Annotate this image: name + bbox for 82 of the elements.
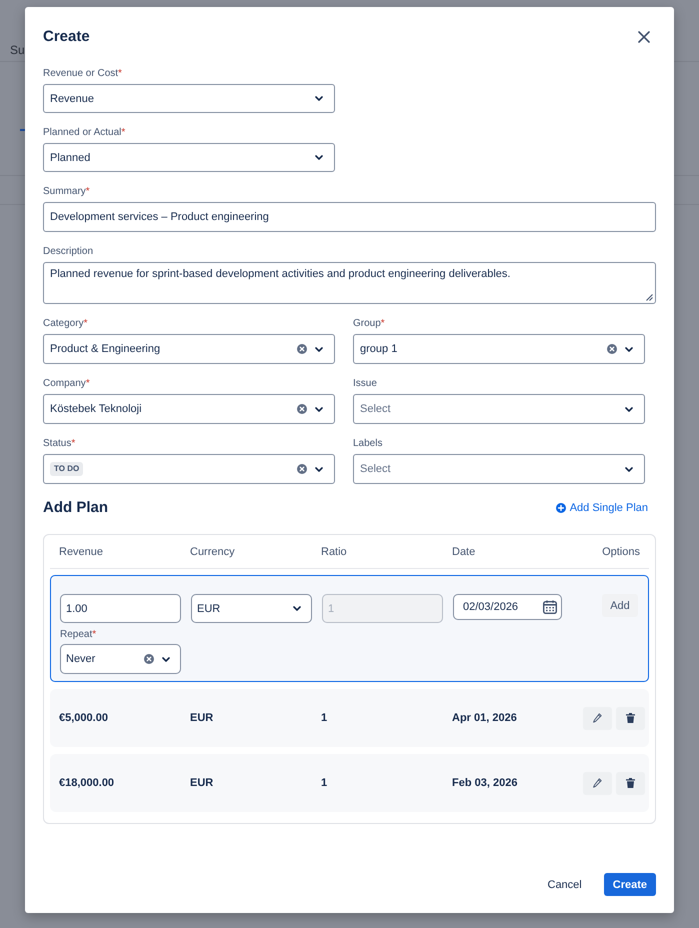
currency-select[interactable]: EUR bbox=[191, 594, 312, 623]
create-button[interactable]: Create bbox=[604, 873, 656, 896]
required-asterisk: * bbox=[380, 317, 385, 331]
table-cell-text: €5,000.00 bbox=[59, 712, 109, 724]
select-field[interactable]: TO DO bbox=[43, 454, 335, 484]
edit-button[interactable] bbox=[583, 706, 612, 730]
dialog-title: Create bbox=[43, 27, 90, 47]
select-field[interactable]: group 1 bbox=[353, 334, 645, 364]
chevron-down-icon bbox=[315, 155, 323, 160]
select-field[interactable]: Planned bbox=[43, 143, 335, 172]
clear-icon[interactable] bbox=[297, 344, 307, 354]
select-field[interactable]: Product & Engineering bbox=[43, 334, 335, 364]
background-tab-label: Su bbox=[10, 43, 25, 57]
add-single-plan-link[interactable]: Add Single Plan bbox=[556, 502, 648, 514]
resize-handle-icon[interactable] bbox=[646, 294, 653, 301]
chevron-down-icon bbox=[625, 406, 633, 412]
pencil-icon bbox=[593, 778, 602, 788]
table-cell-text: Feb 03, 2026 bbox=[452, 777, 518, 789]
field-label: Repeat bbox=[60, 628, 92, 642]
clear-icon[interactable] bbox=[297, 464, 307, 474]
date-input[interactable]: 02/03/2026 bbox=[453, 594, 562, 620]
clear-icon[interactable] bbox=[144, 654, 154, 664]
chevron-down-icon bbox=[315, 96, 323, 101]
delete-button[interactable] bbox=[616, 772, 645, 794]
chevron-down-icon bbox=[625, 466, 633, 472]
trash-icon bbox=[626, 778, 635, 788]
field-label: Status bbox=[43, 437, 72, 451]
field-label: Category bbox=[43, 317, 84, 331]
required-asterisk: * bbox=[92, 628, 96, 642]
column-header: Date bbox=[452, 546, 476, 558]
column-header: Revenue bbox=[59, 546, 104, 558]
edit-button[interactable] bbox=[583, 772, 612, 794]
revenue-input[interactable]: 1.00 bbox=[60, 594, 181, 623]
clear-icon[interactable] bbox=[297, 404, 307, 414]
required-asterisk: * bbox=[71, 437, 76, 451]
select-field[interactable]: Köstebek Teknoloji bbox=[43, 394, 335, 424]
chevron-down-icon bbox=[315, 346, 323, 352]
select-field[interactable]: Select bbox=[353, 454, 645, 484]
chevron-down-icon bbox=[162, 656, 170, 662]
close-button[interactable] bbox=[638, 31, 650, 43]
field-label: Group bbox=[353, 317, 381, 331]
required-asterisk: * bbox=[121, 126, 126, 140]
section-heading: Add Plan bbox=[43, 498, 108, 518]
select-field[interactable]: Revenue bbox=[43, 84, 335, 113]
table-cell-text: 1 bbox=[321, 777, 328, 789]
trash-icon bbox=[626, 713, 635, 723]
table-cell-text: EUR bbox=[190, 712, 214, 724]
repeat-select[interactable]: Never bbox=[60, 644, 181, 674]
field-label: Revenue or Cost bbox=[43, 67, 118, 81]
field-label: Labels bbox=[353, 437, 382, 451]
calendar-icon[interactable] bbox=[543, 600, 557, 614]
required-asterisk: * bbox=[86, 377, 90, 391]
table-cell-text: EUR bbox=[190, 777, 214, 789]
pencil-icon bbox=[593, 713, 602, 723]
required-asterisk: * bbox=[84, 317, 88, 331]
field-label: Company bbox=[43, 377, 86, 391]
text-input[interactable]: Development services – Product engineering bbox=[43, 202, 656, 232]
column-header: Ratio bbox=[321, 546, 348, 558]
required-asterisk: * bbox=[118, 67, 122, 81]
field-label: Issue bbox=[353, 377, 377, 391]
field-label: Summary bbox=[43, 185, 86, 199]
textarea-input[interactable]: Planned revenue for sprint-based development activities and product engineering deliverables. bbox=[43, 262, 656, 304]
close-icon bbox=[638, 31, 650, 43]
chevron-down-icon bbox=[315, 466, 323, 472]
chevron-down-icon bbox=[293, 606, 301, 611]
cancel-button[interactable]: Cancel bbox=[548, 873, 582, 896]
plus-circle-icon bbox=[556, 503, 566, 513]
table-cell-text: Apr 01, 2026 bbox=[452, 712, 518, 724]
delete-button[interactable] bbox=[616, 706, 645, 730]
field-label: Description bbox=[43, 245, 94, 259]
chevron-down-icon bbox=[315, 406, 323, 412]
table-cell-text: 1 bbox=[321, 712, 328, 724]
status-lozenge: TO DO bbox=[50, 462, 84, 476]
column-header: Options bbox=[602, 546, 640, 558]
required-asterisk: * bbox=[86, 185, 90, 199]
clear-icon[interactable] bbox=[607, 344, 617, 354]
column-header: Currency bbox=[190, 546, 236, 558]
select-field[interactable]: Select bbox=[353, 394, 645, 424]
table-cell-text: €18,000.00 bbox=[59, 777, 116, 789]
add-button[interactable]: Add bbox=[602, 594, 638, 617]
chevron-down-icon bbox=[625, 346, 633, 352]
field-label: Planned or Actual bbox=[43, 126, 122, 140]
